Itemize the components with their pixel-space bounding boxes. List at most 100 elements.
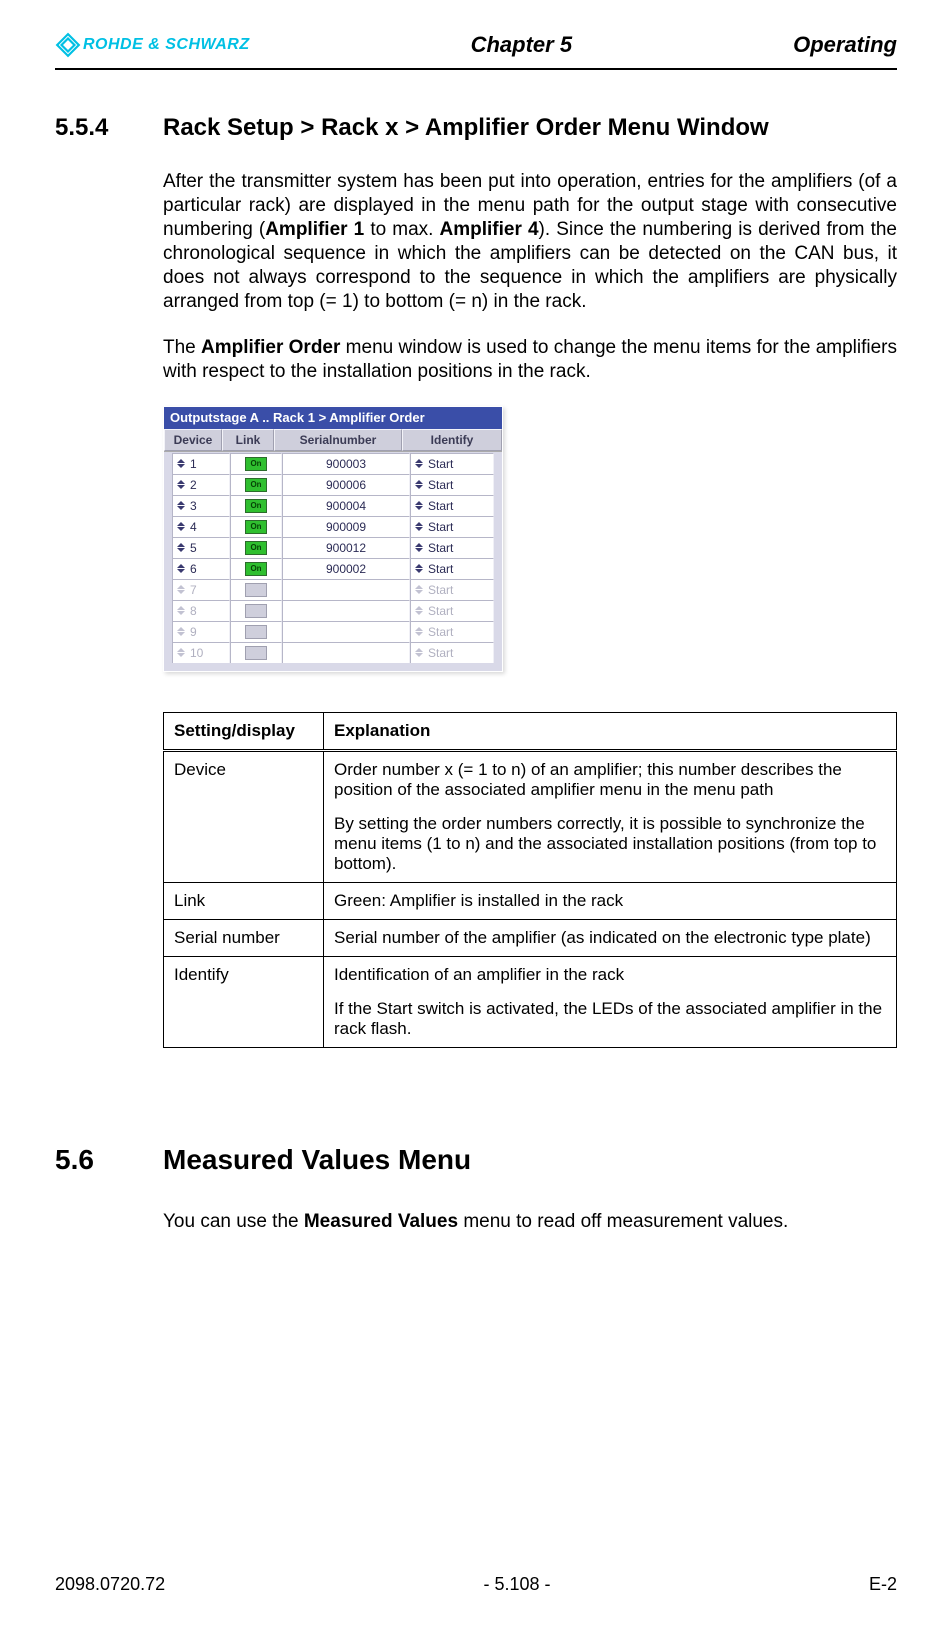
link-indicator: [245, 604, 267, 618]
link-indicator[interactable]: On: [245, 499, 267, 513]
link-indicator[interactable]: On: [245, 541, 267, 555]
link-cell: On: [230, 453, 282, 474]
device-stepper[interactable]: 6: [172, 558, 230, 579]
serial-cell: 900012: [282, 537, 410, 558]
identify-stepper: Start: [410, 642, 494, 663]
exp-row-device: Device Order number x (= 1 to n) of an a…: [164, 750, 897, 882]
device-number: 1: [190, 457, 197, 471]
identify-label: Start: [428, 499, 453, 513]
stepper-arrows-icon: [415, 499, 425, 513]
stepper-arrows-icon: [177, 541, 187, 555]
device-number: 4: [190, 520, 197, 534]
link-indicator[interactable]: On: [245, 520, 267, 534]
exp-row-identify: Identify Identification of an amplifier …: [164, 956, 897, 1047]
serial-cell: [282, 642, 410, 663]
identify-stepper[interactable]: Start: [410, 474, 494, 495]
identify-stepper[interactable]: Start: [410, 537, 494, 558]
link-indicator: [245, 625, 267, 639]
section-554-para1: After the transmitter system has been pu…: [163, 170, 897, 314]
exp-text-serial: Serial number of the amplifier (as indic…: [324, 919, 897, 956]
identify-stepper[interactable]: Start: [410, 495, 494, 516]
col-header-device: Device: [164, 429, 222, 451]
brand-name: ROHDE & SCHWARZ: [83, 36, 250, 54]
stepper-arrows-icon: [177, 604, 187, 618]
stepper-arrows-icon: [415, 562, 425, 576]
stepper-arrows-icon: [177, 478, 187, 492]
amplifier-order-window: Outputstage A .. Rack 1 > Amplifier Orde…: [163, 406, 503, 672]
stepper-arrows-icon: [177, 520, 187, 534]
identify-stepper[interactable]: Start: [410, 558, 494, 579]
device-stepper: 10: [172, 642, 230, 663]
device-number: 8: [190, 604, 197, 618]
device-stepper: 7: [172, 579, 230, 600]
stepper-arrows-icon: [177, 562, 187, 576]
section-56-title: Measured Values Menu: [163, 1144, 471, 1176]
link-cell: On: [230, 474, 282, 495]
serial-cell: 900002: [282, 558, 410, 579]
exp-row-link: Link Green: Amplifier is installed in th…: [164, 882, 897, 919]
exp-header-setting: Setting/display: [164, 712, 324, 750]
stepper-arrows-icon: [415, 646, 425, 660]
brand-logo-icon: [55, 32, 81, 58]
link-indicator: [245, 646, 267, 660]
serial-cell: 900004: [282, 495, 410, 516]
device-number: 9: [190, 625, 197, 639]
link-indicator[interactable]: On: [245, 478, 267, 492]
device-stepper[interactable]: 5: [172, 537, 230, 558]
identify-stepper: Start: [410, 579, 494, 600]
amplifier-row: 9Start: [172, 621, 494, 642]
identify-label: Start: [428, 520, 453, 534]
amplifier-order-header-row: Device Link Serialnumber Identify: [164, 429, 502, 452]
exp-label-serial: Serial number: [164, 919, 324, 956]
identify-label: Start: [428, 646, 453, 660]
exp-label-identify: Identify: [164, 956, 324, 1047]
header-rule: [55, 68, 897, 70]
stepper-arrows-icon: [415, 583, 425, 597]
exp-text-link: Green: Amplifier is installed in the rac…: [324, 882, 897, 919]
stepper-arrows-icon: [177, 583, 187, 597]
section-554-title: Rack Setup > Rack x > Amplifier Order Me…: [163, 114, 769, 142]
stepper-arrows-icon: [415, 604, 425, 618]
amplifier-row: 7 Start: [172, 579, 494, 600]
amplifier-row: 10 Start: [172, 642, 494, 663]
identify-label: Start: [428, 562, 453, 576]
stepper-arrows-icon: [415, 478, 425, 492]
device-stepper: 9: [172, 621, 230, 642]
section-554-number: 5.5.4: [55, 114, 119, 142]
serial-cell: [282, 600, 410, 621]
amplifier-row: 6 On 900002 Start: [172, 558, 494, 579]
device-stepper[interactable]: 3: [172, 495, 230, 516]
brand-logo: ROHDE & SCHWARZ: [55, 32, 250, 58]
device-number: 5: [190, 541, 197, 555]
identify-label: Start: [428, 457, 453, 471]
serial-cell: 900003: [282, 453, 410, 474]
identify-stepper[interactable]: Start: [410, 516, 494, 537]
exp-label-device: Device: [164, 750, 324, 882]
amplifier-row: 2On900006Start: [172, 474, 494, 495]
link-indicator[interactable]: On: [245, 562, 267, 576]
exp-header-explanation: Explanation: [324, 712, 897, 750]
header-chapter: Chapter 5: [471, 32, 572, 58]
link-cell: [230, 621, 282, 642]
header-section: Operating: [793, 32, 897, 58]
device-stepper[interactable]: 4: [172, 516, 230, 537]
stepper-arrows-icon: [415, 457, 425, 471]
device-stepper[interactable]: 2: [172, 474, 230, 495]
identify-stepper[interactable]: Start: [410, 453, 494, 474]
link-indicator[interactable]: On: [245, 457, 267, 471]
stepper-arrows-icon: [415, 625, 425, 639]
device-number: 3: [190, 499, 197, 513]
page-header: ROHDE & SCHWARZ Chapter 5 Operating: [55, 28, 897, 62]
section-56-number: 5.6: [55, 1144, 119, 1176]
exp-text-device: Order number x (= 1 to n) of an amplifie…: [324, 750, 897, 882]
section-554-heading: 5.5.4 Rack Setup > Rack x > Amplifier Or…: [55, 114, 897, 142]
device-stepper[interactable]: 1: [172, 453, 230, 474]
footer-docnum: 2098.0720.72: [55, 1574, 165, 1595]
serial-cell: [282, 621, 410, 642]
stepper-arrows-icon: [415, 541, 425, 555]
link-cell: [230, 579, 282, 600]
link-cell: [230, 600, 282, 621]
identify-label: Start: [428, 583, 453, 597]
footer-rev: E-2: [869, 1574, 897, 1595]
col-header-serial: Serialnumber: [274, 429, 402, 451]
